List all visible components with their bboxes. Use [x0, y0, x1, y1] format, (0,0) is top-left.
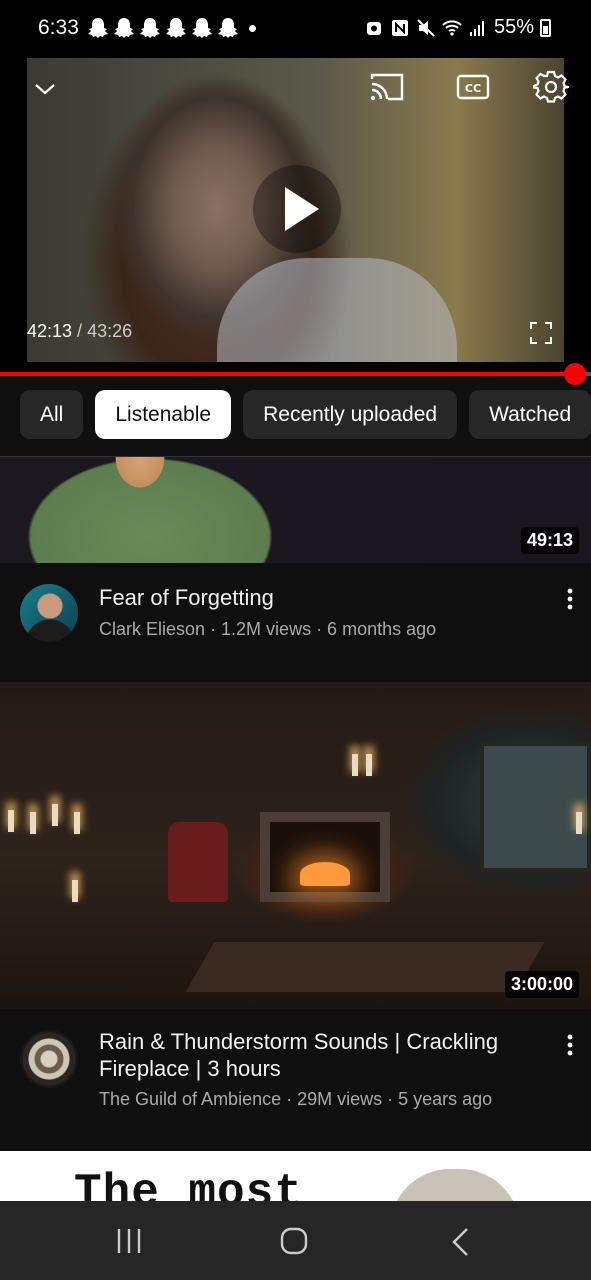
- time-readout: 42:13 / 43:26: [27, 321, 132, 342]
- battery-icon: [540, 18, 551, 37]
- status-time: 6:33: [38, 16, 79, 39]
- thumbnail-image: [0, 457, 320, 563]
- filter-chips: All Listenable Recently uploaded Watched: [0, 390, 591, 440]
- thumbnail-candle: [8, 810, 14, 832]
- thumbnail-rug: [185, 942, 545, 992]
- more-vert-icon[interactable]: [565, 587, 575, 611]
- thumbnail-candle: [52, 804, 58, 826]
- play-button[interactable]: [253, 165, 341, 253]
- back-icon[interactable]: [450, 1227, 472, 1257]
- progress-bar[interactable]: [0, 363, 591, 385]
- video-title[interactable]: Fear of Forgetting: [99, 584, 529, 611]
- video-player[interactable]: CC 42:13 / 43:26: [0, 58, 591, 385]
- system-nav-bar: [0, 1201, 591, 1280]
- nfc-icon: [391, 19, 408, 36]
- video-title[interactable]: Rain & Thunderstorm Sounds | Crackling F…: [99, 1028, 529, 1082]
- thumbnail-text: The most: [74, 1167, 303, 1201]
- thumbnail-image: [390, 1169, 520, 1201]
- chip-all[interactable]: All: [20, 390, 84, 439]
- thumbnail-candle: [366, 754, 372, 776]
- home-icon[interactable]: [280, 1227, 308, 1255]
- status-indicators: 55%: [364, 16, 551, 39]
- cast-icon[interactable]: [368, 71, 406, 103]
- thumbnail-candle: [72, 880, 78, 902]
- progress-fill: [0, 372, 576, 376]
- thumbnail-fireplace: [260, 812, 390, 902]
- signal-icon: [469, 20, 484, 36]
- snapchat-icon: [114, 18, 134, 38]
- current-time: 42:13: [27, 321, 73, 341]
- video-thumbnail[interactable]: 3:00:00: [0, 682, 591, 1009]
- snapchat-icon: [166, 18, 186, 38]
- thumbnail-candle: [74, 812, 80, 834]
- chip-listenable[interactable]: Listenable: [95, 390, 232, 439]
- chip-recently-uploaded[interactable]: Recently uploaded: [243, 390, 458, 439]
- time-separator: /: [72, 321, 88, 341]
- more-notifications-dot: [249, 25, 256, 32]
- snapchat-icon: [192, 18, 212, 38]
- video-thumbnail[interactable]: 49:13: [0, 457, 591, 563]
- captions-icon[interactable]: CC: [456, 73, 490, 101]
- wifi-icon: [442, 19, 462, 36]
- video-thumbnail[interactable]: The most: [0, 1151, 591, 1201]
- video-subtitle: The Guild of Ambience · 29M views · 5 ye…: [99, 1089, 493, 1109]
- fullscreen-icon[interactable]: [529, 321, 553, 345]
- status-bar: 6:33 55%: [0, 0, 591, 58]
- duration-badge: 49:13: [520, 527, 579, 554]
- total-duration: 43:26: [87, 321, 133, 341]
- thumbnail-image: [480, 742, 591, 872]
- settings-gear-icon[interactable]: [533, 69, 569, 105]
- mute-icon: [417, 18, 435, 37]
- more-vert-icon[interactable]: [565, 1033, 575, 1057]
- snapchat-icon: [88, 18, 108, 38]
- chip-watched[interactable]: Watched: [469, 390, 591, 439]
- snapchat-icon: [218, 18, 238, 38]
- channel-avatar[interactable]: [20, 584, 78, 642]
- channel-avatar[interactable]: [20, 1030, 78, 1088]
- progress-scrubber[interactable]: [564, 363, 587, 385]
- thumbnail-fire: [300, 862, 350, 886]
- svg-text:CC: CC: [465, 82, 481, 95]
- duration-badge: 3:00:00: [504, 971, 579, 998]
- video-content: [217, 258, 457, 362]
- play-icon: [285, 187, 319, 231]
- thumbnail-candle: [352, 754, 358, 776]
- thumbnail-chair: [168, 822, 228, 902]
- snapchat-icon: [140, 18, 160, 38]
- battery-percent: 55%: [493, 16, 534, 38]
- alarm-icon: [366, 21, 381, 35]
- thumbnail-candle: [576, 812, 582, 834]
- collapse-icon[interactable]: [30, 74, 60, 104]
- thumbnail-candle: [30, 812, 36, 834]
- recents-icon[interactable]: [116, 1227, 142, 1255]
- video-subtitle: Clark Elieson · 1.2M views · 6 months ag…: [99, 619, 437, 639]
- notification-icons: [86, 17, 240, 39]
